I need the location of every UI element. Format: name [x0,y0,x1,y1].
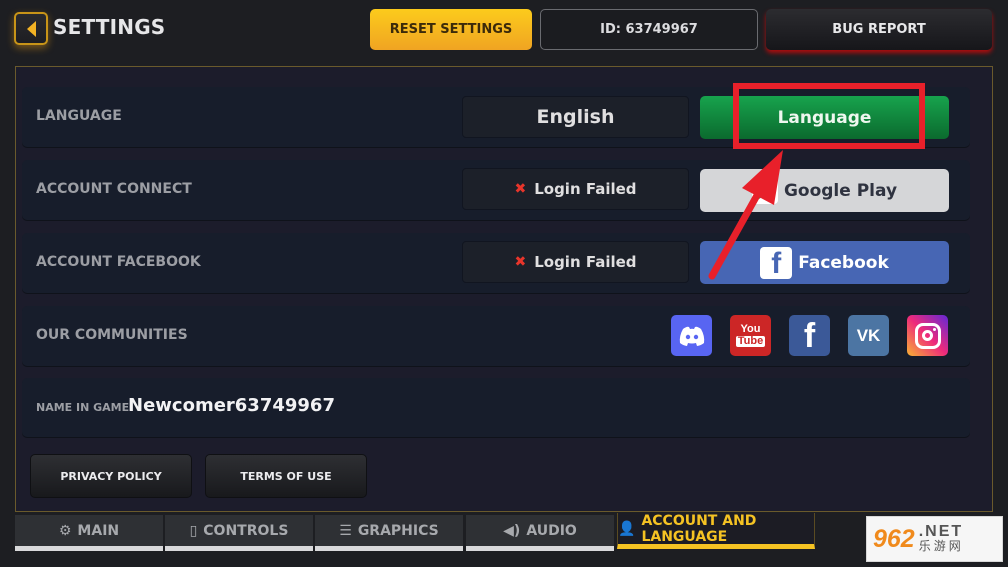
google-play-label: Google Play [783,180,898,201]
error-x-icon: ✖ [514,254,527,270]
facebook-login-status: ✖ Login Failed [462,241,689,283]
gear-icon: ⚙ [58,522,72,539]
tab-account-and-language[interactable]: 👤 ACCOUNT AND LANGUAGE [617,513,815,549]
page-title: SETTINGS [53,15,166,39]
account-connect-label: ACCOUNT CONNECT [36,181,192,197]
facebook-logo-icon: f [760,246,793,279]
google-login-status-text: Login Failed [534,180,637,198]
tab-controls[interactable]: ▯ CONTROLS [165,515,313,551]
facebook-login-status-text: Login Failed [534,253,637,271]
sliders-icon: ☰ [339,522,352,539]
user-icon: 👤 [618,520,636,537]
speaker-icon: ◀) [503,522,521,539]
tab-main[interactable]: ⚙ MAIN [15,515,163,551]
touch-device-icon: ▯ [189,522,198,539]
bug-report-button[interactable]: BUG REPORT [766,9,992,50]
watermark-number: 962 [873,524,915,553]
instagram-icon[interactable] [907,315,948,356]
name-in-game-label: NAME IN GAME: [36,401,134,414]
watermark-logo: 962 .NET 乐游网 [866,516,1003,562]
error-x-icon: ✖ [514,181,527,197]
privacy-policy-button[interactable]: PRIVACY POLICY [30,454,192,498]
watermark-chinese: 乐游网 [918,539,964,553]
google-login-status: ✖ Login Failed [462,168,689,210]
back-button[interactable] [14,12,48,45]
tab-graphics[interactable]: ☰ GRAPHICS [315,515,463,551]
watermark-suffix: .NET [918,523,964,540]
google-play-button[interactable]: Google Play [700,169,949,212]
player-id-display: ID: 63749967 [540,9,758,50]
youtube-icon[interactable]: You Tube [730,315,771,356]
tab-audio[interactable]: ◀) AUDIO [466,515,614,551]
google-play-icon [751,177,778,204]
current-language-value: English [462,96,689,138]
language-label: LANGUAGE [36,108,122,124]
facebook-label: Facebook [798,252,889,273]
communities-label: OUR COMMUNITIES [36,327,188,343]
vk-icon[interactable]: VK [848,315,889,356]
terms-of-use-button[interactable]: TERMS OF USE [205,454,367,498]
facebook-button[interactable]: f Facebook [700,241,949,284]
facebook-community-icon[interactable]: f [789,315,830,356]
reset-settings-button[interactable]: RESET SETTINGS [370,9,532,50]
discord-icon[interactable] [671,315,712,356]
annotation-highlight-box [733,83,925,149]
name-in-game-value: Newcomer63749967 [128,395,335,416]
account-facebook-label: ACCOUNT FACEBOOK [36,254,201,270]
back-arrow-icon [26,20,36,37]
